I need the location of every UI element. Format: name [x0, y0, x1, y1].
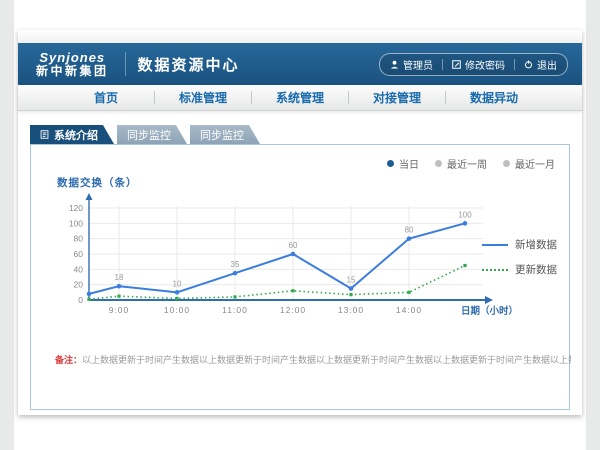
tab-sync-monitor-2[interactable]: 同步监控 — [190, 125, 260, 144]
logo-text-cn: 新中新集团 — [36, 65, 109, 78]
data-point — [233, 271, 238, 276]
data-point — [463, 264, 466, 267]
data-point-label: 80 — [405, 226, 414, 235]
data-point — [233, 295, 236, 298]
x-axis-arrow-icon — [485, 296, 493, 304]
data-point — [117, 295, 120, 298]
tab-label: 同步监控 — [127, 127, 171, 143]
app-window: Synjones 新中新集团 数据资源中心 管理员 修改密码 — [18, 30, 582, 415]
tab-sync-monitor-1[interactable]: 同步监控 — [117, 125, 187, 144]
page-right-margin — [586, 0, 600, 450]
nav-item-standard-mgmt[interactable]: 标准管理 — [155, 89, 251, 106]
tab-label: 系统介绍 — [54, 127, 98, 143]
page-title: 数据资源中心 — [138, 54, 240, 75]
legend-item-updated-data[interactable]: 更新数据 — [482, 262, 557, 277]
data-point — [87, 298, 90, 301]
series-legend: 新增数据 更新数据 — [482, 237, 557, 277]
data-point — [175, 297, 178, 300]
data-point-label: 15 — [347, 276, 356, 285]
y-axis-title: 数据交换（条） — [57, 175, 138, 190]
main-nav: 首页 标准管理 系统管理 对接管理 数据异动 — [18, 85, 582, 111]
change-password-label: 修改密码 — [465, 57, 505, 72]
data-point-label: 18 — [115, 273, 124, 282]
logout-button[interactable]: 退出 — [524, 57, 557, 72]
radio-unselected-icon — [503, 160, 510, 167]
x-tick-label: 12:00 — [280, 305, 306, 315]
tab-bar: 系统介绍 同步监控 同步监控 — [30, 125, 582, 144]
tab-label: 同步监控 — [200, 127, 244, 143]
footnote-text: 以上数据更新于时间产生数据以上数据更新于时间产生数据以上数据更新于时间产生数据以… — [82, 355, 571, 365]
footnote: 备注：以上数据更新于时间产生数据以上数据更新于时间产生数据以上数据更新于时间产生… — [55, 353, 571, 366]
nav-item-home[interactable]: 首页 — [58, 89, 154, 106]
user-name: 管理员 — [403, 57, 433, 72]
line-chart: 0 20 40 60 80 100 120 9:00 10:00 11:00 12:00 13:00 1… — [45, 190, 525, 331]
data-point-label: 100 — [458, 210, 472, 219]
data-point — [175, 290, 180, 295]
blue-line-sample-icon — [482, 244, 508, 246]
user-account-button[interactable]: 管理员 — [390, 57, 433, 72]
x-tick-label: 13:00 — [338, 305, 364, 315]
data-point-label: 60 — [289, 241, 298, 250]
range-option-last-week[interactable]: 最近一周 — [435, 156, 487, 171]
data-point — [349, 286, 354, 291]
data-point-label: 35 — [231, 260, 240, 269]
chart-panel: 当日 最近一周 最近一月 数据交换（条） 0 20 40 60 80 100 120 9:00… — [30, 144, 570, 410]
pill-separator — [442, 59, 443, 70]
user-menu: 管理员 修改密码 退出 — [379, 53, 568, 76]
logout-label: 退出 — [537, 57, 557, 72]
footnote-prefix: 备注： — [55, 355, 82, 365]
radio-selected-icon — [387, 160, 394, 167]
data-point — [117, 284, 122, 289]
y-tick-label: 100 — [69, 218, 83, 228]
y-tick-label: 20 — [74, 280, 84, 290]
legend-item-new-data[interactable]: 新增数据 — [482, 237, 557, 252]
x-axis-title: 日期（小时） — [461, 305, 518, 317]
x-tick-label: 9:00 — [109, 305, 130, 315]
time-range-selector: 当日 最近一周 最近一月 — [387, 156, 555, 171]
tab-system-intro[interactable]: 系统介绍 — [30, 125, 114, 144]
data-point — [407, 236, 412, 241]
brand-logo: Synjones 新中新集团 — [32, 51, 113, 77]
green-dotted-sample-icon — [482, 269, 508, 271]
pill-separator — [514, 59, 515, 70]
y-tick-label: 120 — [69, 203, 83, 213]
data-point — [407, 291, 410, 294]
range-label: 最近一周 — [447, 156, 487, 171]
data-point — [291, 289, 294, 292]
window-top-padding — [18, 30, 582, 43]
person-icon — [390, 60, 399, 69]
y-tick-label: 80 — [74, 234, 84, 244]
logo-text-en: Synjones — [39, 51, 105, 65]
document-icon — [40, 130, 49, 139]
legend-label: 新增数据 — [515, 237, 557, 252]
nav-item-data-change[interactable]: 数据异动 — [446, 89, 542, 106]
change-password-button[interactable]: 修改密码 — [452, 57, 505, 72]
y-tick-label: 40 — [74, 264, 84, 274]
x-tick-label: 11:00 — [222, 305, 248, 315]
data-point — [291, 252, 296, 257]
y-axis-arrow-icon — [86, 193, 93, 200]
edit-icon — [452, 60, 461, 69]
y-tick-label: 0 — [78, 295, 83, 305]
range-label: 最近一月 — [515, 156, 555, 171]
y-tick-label: 60 — [74, 249, 84, 259]
data-point — [87, 292, 92, 297]
data-point-label: 10 — [173, 279, 182, 288]
radio-unselected-icon — [435, 160, 442, 167]
range-option-last-month[interactable]: 最近一月 — [503, 156, 555, 171]
content-area: 系统介绍 同步监控 同步监控 当日 最近一周 — [18, 125, 582, 410]
power-icon — [524, 60, 533, 69]
range-option-today[interactable]: 当日 — [387, 156, 419, 171]
header-divider — [125, 52, 126, 76]
nav-item-interface-mgmt[interactable]: 对接管理 — [349, 89, 445, 106]
x-tick-label: 10:00 — [164, 305, 190, 315]
app-header: Synjones 新中新集团 数据资源中心 管理员 修改密码 — [18, 43, 582, 85]
x-tick-label: 14:00 — [396, 305, 422, 315]
page-left-margin — [0, 0, 14, 450]
range-label: 当日 — [399, 156, 419, 171]
data-point — [463, 221, 468, 226]
data-point — [349, 293, 352, 296]
nav-item-system-mgmt[interactable]: 系统管理 — [252, 89, 348, 106]
legend-label: 更新数据 — [515, 262, 557, 277]
